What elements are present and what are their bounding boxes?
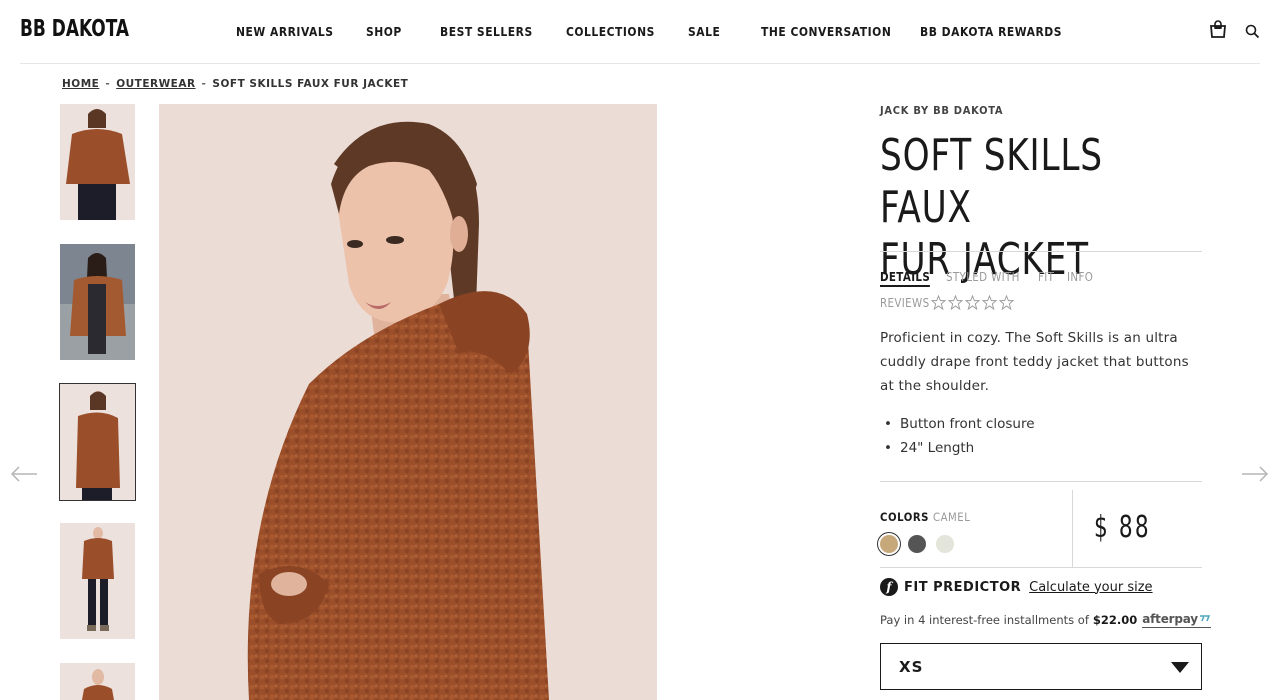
afterpay-message: Pay in 4 interest-free installments of $… (880, 612, 1211, 628)
star-empty-icon (965, 295, 980, 310)
search-icon[interactable] (1245, 24, 1260, 39)
nav-sale[interactable]: SALE (688, 24, 751, 39)
product-title-line-1: SOFT SKILLS FAUX (880, 130, 1103, 233)
product-thumbnail-3[interactable] (59, 383, 136, 501)
breadcrumb-outerwear[interactable]: OUTERWEAR (116, 78, 195, 90)
rating-stars (931, 295, 1014, 310)
colors-label: COLORS (880, 510, 929, 524)
afterpay-logo[interactable]: afterpay (1142, 612, 1211, 628)
nav-shop[interactable]: SHOP (366, 24, 430, 39)
product-tabs: DETAILS STYLED WITH FIT INFO (880, 270, 1097, 287)
chevron-down-icon (1171, 662, 1189, 673)
calculate-size-link[interactable]: Calculate your size (1029, 580, 1152, 595)
fit-predictor-label: FIT PREDICTOR (904, 579, 1022, 595)
star-empty-icon (999, 295, 1014, 310)
product-features: Button front closure 24" Length (884, 412, 1035, 460)
star-empty-icon (948, 295, 963, 310)
installments-text: Pay in 4 interest-free installments of (880, 613, 1089, 627)
thumbnail-image (60, 244, 135, 360)
selected-size: XS (899, 658, 924, 676)
next-arrow-icon[interactable] (1241, 466, 1269, 482)
tab-details[interactable]: DETAILS (880, 270, 931, 287)
reviews-label: REVIEWS (880, 295, 930, 310)
thumbnail-image (60, 663, 135, 700)
main-nav: NEW ARRIVALS SHOP BEST SELLERS COLLECTIO… (236, 24, 1061, 39)
color-swatch-charcoal[interactable] (908, 535, 926, 553)
details-divider (880, 481, 1202, 482)
breadcrumb-home[interactable]: HOME (62, 78, 99, 90)
site-logo[interactable]: BB DAKOTA (20, 16, 129, 42)
nav-best-sellers[interactable]: BEST SELLERS (440, 24, 548, 39)
product-price: $ 88 (1094, 510, 1151, 545)
breadcrumb-separator: - (201, 78, 207, 90)
product-description: Proficient in cozy. The Soft Skills is a… (880, 330, 1189, 394)
star-empty-icon (931, 295, 946, 310)
tab-styled-with[interactable]: STYLED WITH (946, 270, 1020, 287)
installment-amount: $22.00 (1092, 613, 1138, 627)
feature-item: 24" Length (884, 436, 1035, 460)
breadcrumb-current: SOFT SKILLS FAUX FUR JACKET (212, 78, 409, 90)
thumbnail-image (60, 384, 135, 500)
product-thumbnail-2[interactable] (60, 244, 135, 360)
thumbnail-image (60, 523, 135, 639)
size-select[interactable]: XS (880, 643, 1202, 690)
nav-the-conversation[interactable]: THE CONVERSATION (761, 24, 898, 39)
product-thumbnail-4[interactable] (60, 523, 135, 639)
previous-arrow-icon[interactable] (10, 466, 38, 482)
nav-rewards[interactable]: BB DAKOTA REWARDS (920, 24, 1061, 39)
price-bottom-divider (880, 567, 1202, 568)
afterpay-arrows-icon (1199, 615, 1211, 622)
main-product-image (159, 104, 657, 700)
model-photo (159, 104, 657, 700)
selected-color-name: CAMEL (933, 510, 971, 524)
fit-predictor-icon: f (880, 578, 898, 596)
title-divider (880, 251, 1202, 252)
reviews-link[interactable]: REVIEWS (880, 295, 1014, 310)
star-empty-icon (982, 295, 997, 310)
product-thumbnail-1[interactable] (60, 104, 135, 220)
afterpay-logo-text: afterpay (1142, 612, 1198, 626)
feature-item: Button front closure (884, 412, 1035, 436)
shopping-bag-icon[interactable] (1209, 20, 1227, 38)
product-brand: JACK BY BB DAKOTA (880, 104, 1004, 117)
fit-predictor: f FIT PREDICTOR Calculate your size (880, 578, 1153, 596)
tab-fit[interactable]: FIT (1038, 270, 1054, 287)
color-swatch-camel[interactable] (880, 535, 898, 553)
tab-info[interactable]: INFO (1067, 270, 1093, 287)
nav-new-arrivals[interactable]: NEW ARRIVALS (236, 24, 348, 39)
color-swatch-cream[interactable] (936, 535, 954, 553)
thumbnail-image (60, 104, 135, 220)
breadcrumb: HOME - OUTERWEAR - SOFT SKILLS FAUX FUR … (62, 78, 408, 90)
product-thumbnail-5[interactable] (60, 663, 135, 700)
price-divider (1072, 490, 1073, 567)
header-divider (20, 63, 1260, 64)
site-header: BB DAKOTA NEW ARRIVALS SHOP BEST SELLERS… (0, 0, 1280, 64)
product-title: SOFT SKILLS FAUX FUR JACKET (880, 130, 1161, 286)
breadcrumb-separator: - (105, 78, 111, 90)
nav-collections[interactable]: COLLECTIONS (566, 24, 671, 39)
